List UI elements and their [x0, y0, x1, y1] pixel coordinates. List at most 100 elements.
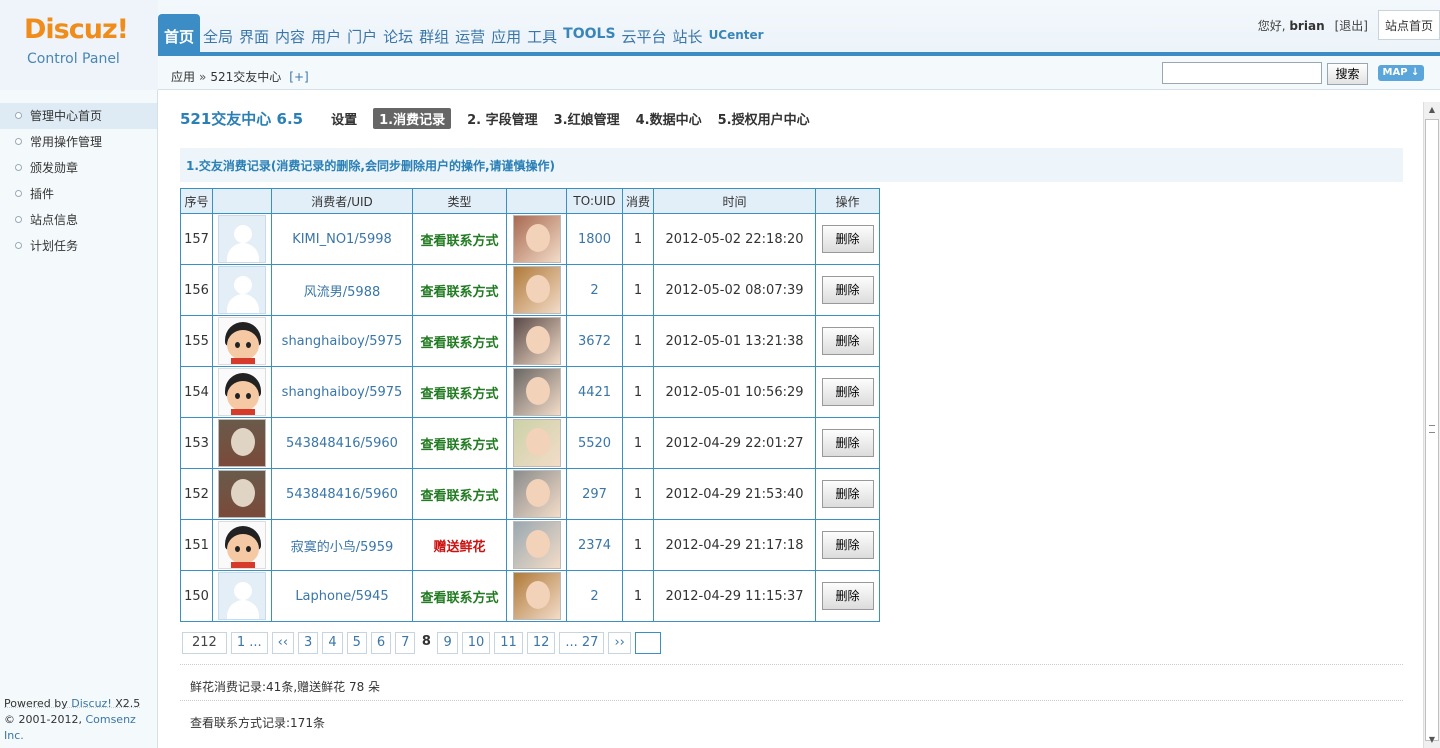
target-photo[interactable] — [512, 266, 561, 314]
nav-item-3[interactable]: 内容 — [272, 14, 308, 54]
page-link[interactable]: 12 — [526, 632, 556, 654]
avatar[interactable] — [218, 215, 266, 263]
page-link[interactable]: 4 — [322, 632, 343, 654]
page-link[interactable]: 6 — [370, 632, 392, 654]
delete-button[interactable]: 删除 — [821, 429, 874, 457]
avatar[interactable] — [218, 266, 266, 314]
target-photo[interactable] — [512, 317, 561, 365]
page-link[interactable]: 9 — [437, 632, 458, 654]
plugin-tab-3[interactable]: 3.红娘管理 — [554, 108, 620, 129]
search-input[interactable] — [1162, 62, 1322, 84]
target-uid-link[interactable]: 4421 — [566, 366, 623, 418]
plugin-tab-0[interactable]: 设置 — [331, 108, 357, 129]
target-photo[interactable] — [512, 572, 561, 620]
nav-item-7[interactable]: 群组 — [416, 14, 452, 54]
add-shortcut-link[interactable]: [+] — [289, 70, 308, 84]
consumer-link[interactable]: KIMI_NO1/5998 — [271, 213, 413, 265]
target-uid-link[interactable]: 2 — [566, 264, 623, 316]
page-link[interactable]: 3 — [298, 632, 319, 654]
nav-item-0[interactable]: 首页 — [158, 14, 201, 54]
target-uid-link[interactable]: 3672 — [566, 315, 623, 367]
nav-item-2[interactable]: 界面 — [236, 14, 272, 54]
delete-button[interactable]: 删除 — [821, 531, 874, 559]
consumer-link[interactable]: 风流男/5988 — [271, 264, 413, 316]
nav-item-1[interactable]: 全局 — [200, 14, 236, 54]
column-header: 消费 — [622, 188, 654, 214]
avatar[interactable] — [218, 368, 266, 416]
username: brian — [1289, 18, 1325, 33]
scroll-thumb[interactable] — [1425, 119, 1439, 741]
nav-item-4[interactable]: 用户 — [308, 14, 344, 54]
nav-item-12[interactable]: 云平台 — [619, 14, 670, 54]
plugin-tab-1[interactable]: 1.消费记录 — [373, 108, 452, 129]
discuz-link[interactable]: Discuz! — [71, 697, 111, 710]
target-photo[interactable] — [512, 215, 561, 263]
sidebar-item-2[interactable]: 颁发勋章 — [0, 155, 157, 181]
nav-item-9[interactable]: 应用 — [488, 14, 524, 54]
logo[interactable]: Discuz! Control Panel — [0, 0, 158, 90]
delete-button[interactable]: 删除 — [821, 225, 874, 253]
vertical-scrollbar[interactable]: ▲ ▼ — [1423, 102, 1440, 748]
delete-button[interactable]: 删除 — [821, 276, 874, 304]
page-link[interactable]: ... 27 — [559, 632, 605, 654]
avatar[interactable] — [218, 572, 266, 620]
table-row: 155 shanghaiboy/5975 查看联系方式 3672 1 2012-05-01… — [180, 315, 880, 367]
sidebar-item-5[interactable]: 计划任务 — [0, 233, 157, 259]
page-link[interactable]: ›› — [608, 632, 631, 654]
plugin-tab-5[interactable]: 5.授权用户中心 — [718, 108, 810, 129]
avatar[interactable] — [218, 419, 266, 467]
record-type: 查看联系方式 — [412, 264, 507, 316]
breadcrumb-root[interactable]: 应用 — [171, 70, 195, 84]
consumer-link[interactable]: 543848416/5960 — [271, 417, 413, 469]
consumer-link[interactable]: Laphone/5945 — [271, 570, 413, 622]
scroll-up-arrow-icon[interactable]: ▲ — [1424, 102, 1440, 118]
target-photo[interactable] — [512, 470, 561, 518]
sidebar-item-1[interactable]: 常用操作管理 — [0, 129, 157, 155]
target-uid-link[interactable]: 1800 — [566, 213, 623, 265]
nav-item-14[interactable]: UCenter — [706, 14, 767, 54]
page-link[interactable]: ‹‹ — [271, 632, 295, 654]
search-button[interactable]: 搜索 — [1327, 63, 1368, 85]
page-link[interactable]: 7 — [395, 632, 416, 654]
scroll-down-arrow-icon[interactable]: ▼ — [1424, 732, 1440, 748]
page-link[interactable]: 5 — [346, 632, 367, 654]
nav-item-5[interactable]: 门户 — [344, 14, 380, 54]
page-link[interactable]: 10 — [461, 632, 491, 654]
bullet-icon — [15, 138, 22, 145]
nav-item-8[interactable]: 运营 — [452, 14, 488, 54]
plugin-tab-4[interactable]: 4.数据中心 — [636, 108, 702, 129]
nav-item-10[interactable]: 工具 — [524, 14, 560, 54]
target-uid-link[interactable]: 297 — [566, 468, 623, 520]
consumer-link[interactable]: 543848416/5960 — [271, 468, 413, 520]
sidebar-item-3[interactable]: 插件 — [0, 181, 157, 207]
map-button[interactable]: MAP ↓ — [1378, 65, 1424, 81]
consumer-link[interactable]: shanghaiboy/5975 — [271, 366, 413, 418]
consumer-link[interactable]: 寂寞的小鸟/5959 — [271, 519, 413, 571]
delete-button[interactable]: 删除 — [821, 480, 874, 508]
page-link[interactable]: 11 — [494, 632, 523, 654]
avatar[interactable] — [218, 521, 266, 569]
page-link[interactable]: 1 ... — [230, 632, 268, 654]
target-photo[interactable] — [512, 368, 561, 416]
target-uid-link[interactable]: 2 — [566, 570, 623, 622]
nav-item-13[interactable]: 站长 — [670, 14, 706, 54]
delete-button[interactable]: 删除 — [821, 378, 874, 406]
avatar[interactable] — [218, 317, 266, 365]
sidebar-item-4[interactable]: 站点信息 — [0, 207, 157, 233]
nav-item-6[interactable]: 论坛 — [380, 14, 416, 54]
plugin-tab-2[interactable]: 2. 字段管理 — [467, 108, 538, 129]
delete-button[interactable]: 删除 — [821, 327, 874, 355]
photo-face — [525, 275, 550, 303]
target-uid-link[interactable]: 2374 — [566, 519, 623, 571]
nav-item-11[interactable]: TOOLS — [560, 14, 618, 54]
site-home-button[interactable]: 站点首页 — [1377, 10, 1440, 40]
target-uid-link[interactable]: 5520 — [566, 417, 623, 469]
page-jump-input[interactable] — [634, 632, 661, 654]
logout-link[interactable]: [退出] — [1335, 17, 1368, 34]
delete-button[interactable]: 删除 — [821, 582, 874, 610]
target-photo[interactable] — [512, 521, 561, 569]
consumer-link[interactable]: shanghaiboy/5975 — [271, 315, 413, 367]
avatar[interactable] — [218, 470, 266, 518]
sidebar-item-0[interactable]: 管理中心首页 — [0, 103, 157, 129]
target-photo[interactable] — [512, 419, 561, 467]
